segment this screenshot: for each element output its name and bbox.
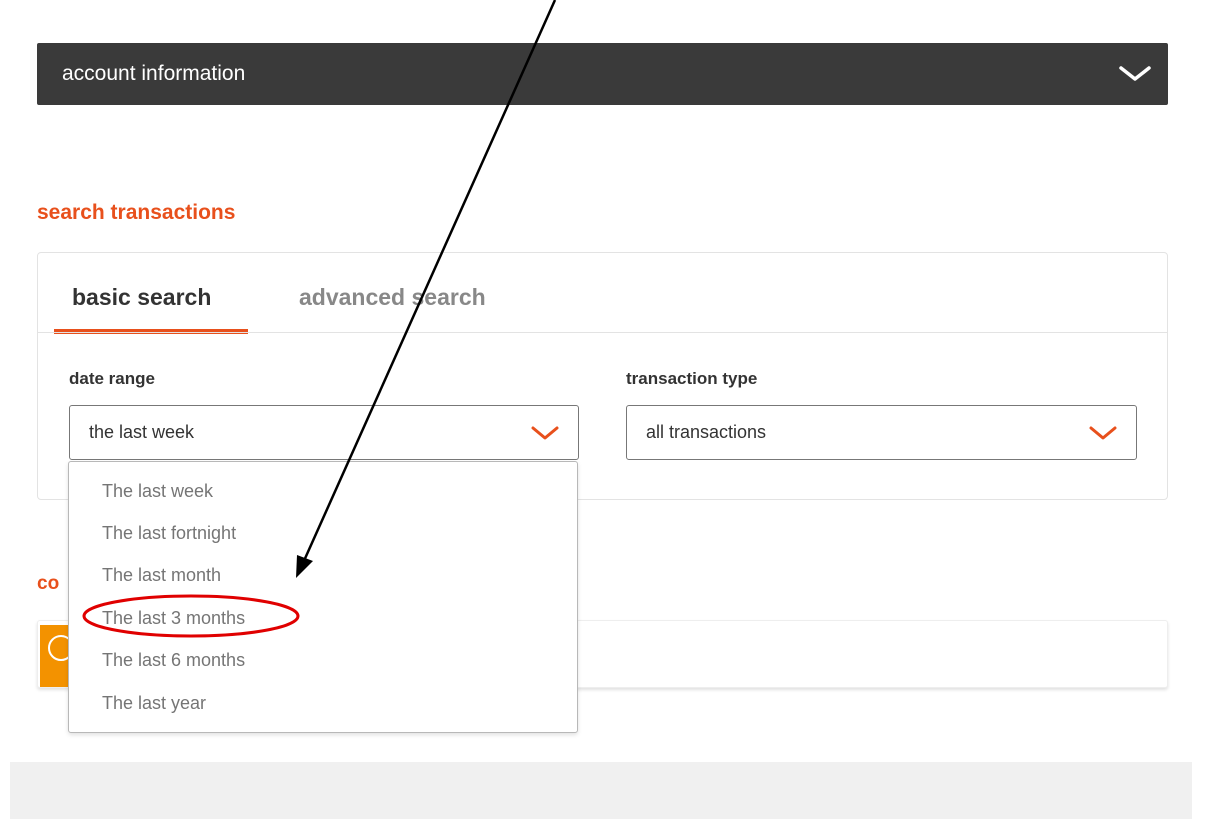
date-range-option[interactable]: The last 3 months: [102, 608, 245, 629]
tab-advanced-search[interactable]: advanced search: [299, 284, 486, 311]
date-range-option[interactable]: The last fortnight: [102, 523, 236, 544]
account-information-accordion[interactable]: account information: [37, 43, 1168, 105]
tabs-divider: [38, 332, 1167, 333]
search-transactions-title: search transactions: [37, 201, 236, 224]
date-range-select[interactable]: the last week: [69, 405, 579, 460]
chevron-down-icon: [531, 426, 559, 440]
date-range-option[interactable]: The last week: [102, 481, 213, 502]
contact-section-title: co: [37, 573, 60, 594]
account-information-title: account information: [62, 62, 246, 85]
date-range-dropdown: The last week The last fortnight The las…: [68, 461, 578, 733]
date-range-label: date range: [69, 369, 155, 388]
tab-basic-search[interactable]: basic search: [72, 284, 211, 311]
transaction-type-label: transaction type: [626, 369, 758, 388]
date-range-option[interactable]: The last year: [102, 693, 206, 714]
transaction-type-value: all transactions: [646, 422, 767, 442]
date-range-option[interactable]: The last 6 months: [102, 650, 245, 671]
chevron-down-icon: [1089, 426, 1117, 440]
chevron-down-icon: [1119, 66, 1151, 81]
date-range-option[interactable]: The last month: [102, 565, 221, 586]
transaction-type-select[interactable]: all transactions: [626, 405, 1137, 460]
date-range-value: the last week: [89, 422, 195, 442]
